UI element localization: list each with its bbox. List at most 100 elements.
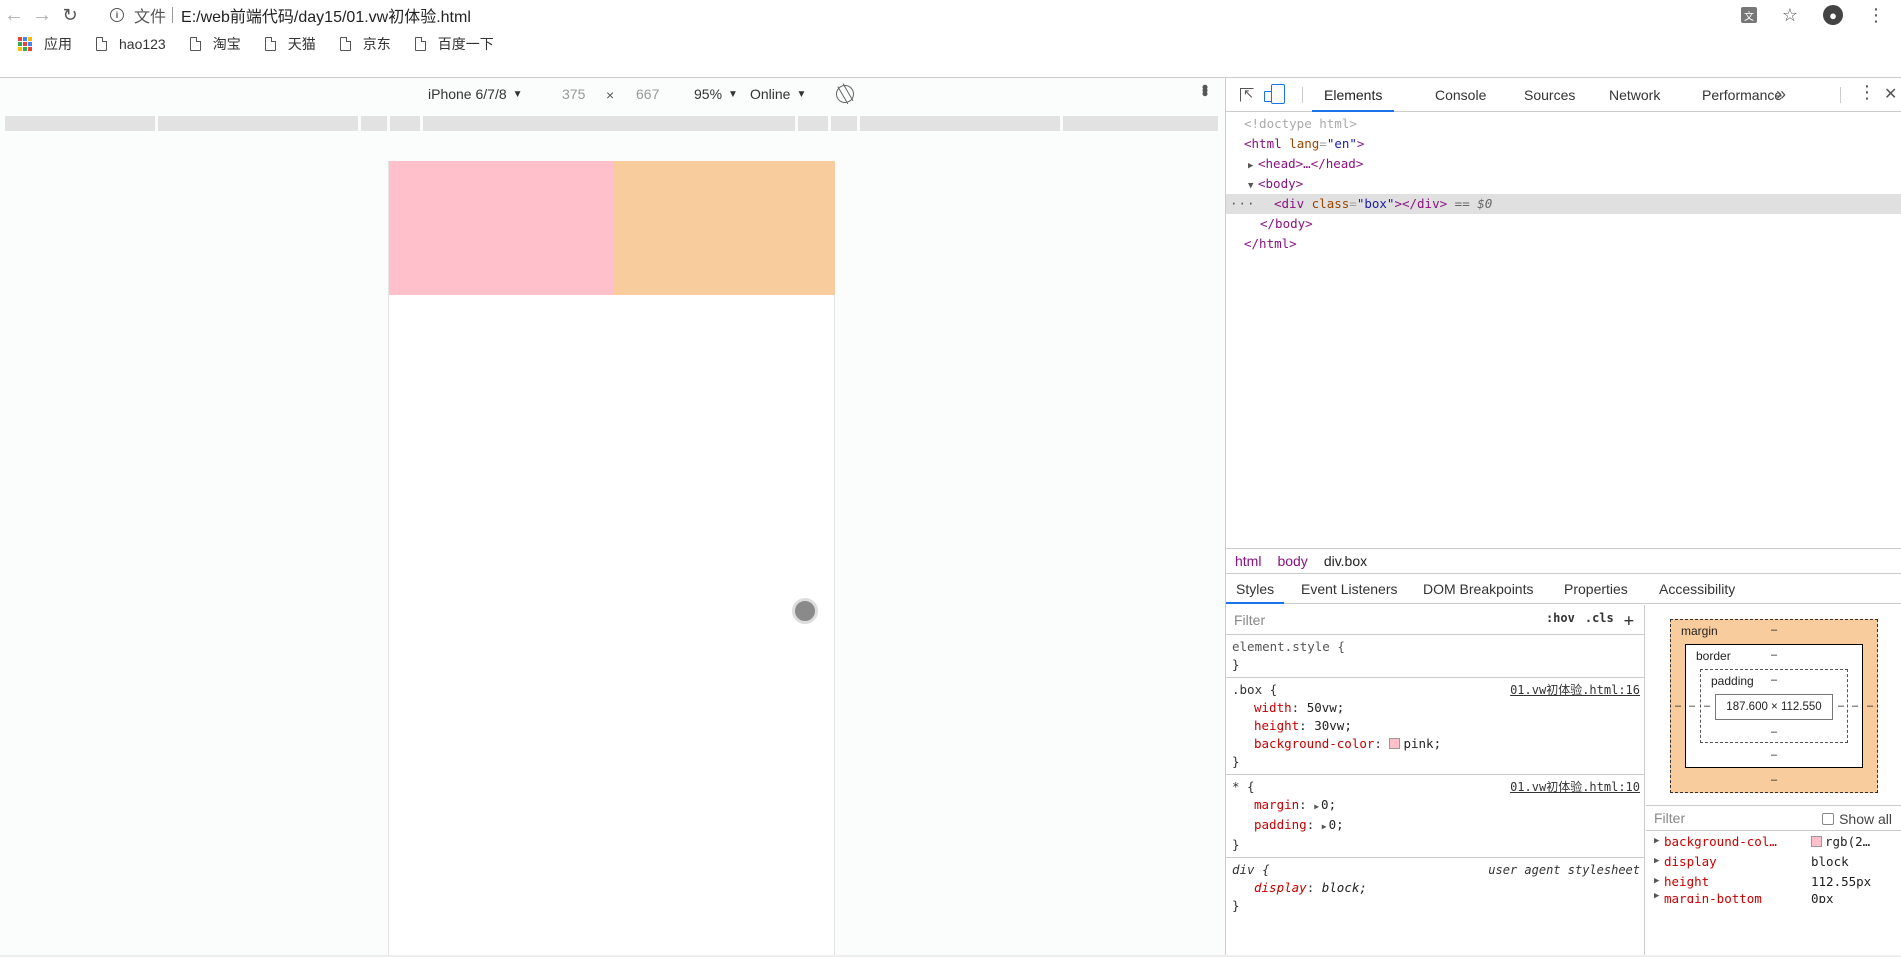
media-query-bar[interactable] [0, 116, 1225, 131]
media-query-segment[interactable] [1063, 116, 1218, 131]
device-viewport[interactable] [388, 161, 835, 957]
bookmark-tmall[interactable]: 天猫 [264, 34, 316, 54]
close-icon[interactable]: ✕ [1884, 84, 1897, 104]
tab-accessibility[interactable]: Accessibility [1659, 574, 1735, 604]
box-model-padding[interactable]: padding – – – – 187.600 × 112.550 [1700, 669, 1848, 743]
dom-node-body[interactable]: ▼ <body> [1226, 174, 1901, 194]
breadcrumb-body[interactable]: body [1277, 553, 1307, 569]
rule-element-style[interactable]: element.style { } [1226, 635, 1644, 678]
media-query-segment[interactable] [860, 116, 1060, 131]
more-tabs-icon[interactable]: » [1776, 84, 1786, 105]
more-options-icon[interactable]: ··· [1230, 194, 1256, 214]
tab-styles[interactable]: Styles [1226, 574, 1285, 604]
media-query-segment[interactable] [831, 116, 857, 131]
dom-node-html[interactable]: <html lang="en"> [1226, 134, 1901, 154]
forward-arrow-icon[interactable]: → [28, 1, 56, 29]
padding-top-value[interactable]: – [1771, 674, 1777, 686]
padding-right-value[interactable]: – [1838, 700, 1844, 712]
styles-filter-input[interactable]: Filter [1234, 612, 1265, 628]
expand-triangle-icon[interactable]: ▶ [1654, 836, 1664, 846]
device-toolbar-menu-icon[interactable]: ••• [1194, 84, 1215, 94]
computed-row[interactable]: ▶ height 112.55px [1646, 871, 1901, 891]
css-declaration[interactable]: height: 30vw; [1232, 717, 1640, 735]
bookmark-taobao[interactable]: 淘宝 [189, 34, 241, 54]
media-query-segment[interactable] [158, 116, 358, 131]
devtools-menu-icon[interactable]: ⋮ [1858, 82, 1876, 103]
profile-avatar-icon[interactable]: ● [1823, 5, 1843, 25]
info-icon[interactable]: i [110, 8, 124, 22]
box-model-border[interactable]: border – – – – padding – – – – 187.600 ×… [1685, 644, 1863, 768]
rule-box[interactable]: .box { 01.vw初体验.html:16 width: 50vw; hei… [1226, 678, 1644, 775]
tab-elements[interactable]: Elements [1312, 78, 1395, 112]
viewport-width-input[interactable]: 375 [562, 86, 585, 102]
expand-shorthand-icon[interactable]: ▶ [1314, 802, 1319, 811]
bookmark-star-icon[interactable]: ☆ [1779, 5, 1801, 26]
box-model-margin[interactable]: margin – – – – border – – – – padding – … [1670, 619, 1878, 793]
margin-top-value[interactable]: – [1771, 624, 1777, 636]
computed-row[interactable]: ▶ margin-bottom 0px [1646, 891, 1901, 903]
color-swatch-icon[interactable] [1389, 738, 1401, 749]
browser-menu-icon[interactable]: ⋮ [1865, 5, 1887, 26]
margin-bottom-value[interactable]: – [1771, 774, 1777, 786]
tab-sources[interactable]: Sources [1524, 78, 1575, 112]
zoom-select[interactable]: 95% ▼ [694, 86, 738, 102]
media-query-segment[interactable] [798, 116, 828, 131]
rule-source-link[interactable]: 01.vw初体验.html:10 [1510, 778, 1640, 796]
tab-dom-breakpoints[interactable]: DOM Breakpoints [1423, 574, 1533, 604]
dom-node-doctype[interactable]: <!doctype html> [1226, 114, 1901, 134]
tab-performance[interactable]: Performance [1702, 78, 1782, 112]
back-arrow-icon[interactable]: ← [0, 1, 28, 29]
dom-node-body-close[interactable]: </body> [1226, 214, 1901, 234]
bookmark-apps[interactable]: 应用 [18, 34, 72, 54]
expand-triangle-icon[interactable]: ▶ [1248, 156, 1258, 176]
inspect-element-icon[interactable] [1240, 86, 1254, 102]
rule-source-link[interactable]: 01.vw初体验.html:16 [1510, 681, 1640, 699]
reload-icon[interactable]: ↻ [56, 1, 84, 29]
hov-toggle[interactable]: :hov [1546, 611, 1575, 631]
border-bottom-value[interactable]: – [1771, 749, 1777, 761]
box-model-content-size[interactable]: 187.600 × 112.550 [1715, 694, 1833, 720]
bookmark-jd[interactable]: 京东 [339, 34, 391, 54]
device-toggle-icon[interactable] [1264, 84, 1285, 104]
breadcrumb-div-box[interactable]: div.box [1324, 553, 1367, 569]
tab-properties[interactable]: Properties [1564, 574, 1628, 604]
viewport-height-input[interactable]: 667 [636, 86, 659, 102]
dom-node-head[interactable]: ▶ <head>…</head> [1226, 154, 1901, 174]
padding-bottom-value[interactable]: – [1771, 726, 1777, 738]
translate-icon[interactable]: 文 [1741, 7, 1757, 23]
border-left-value[interactable]: – [1689, 700, 1695, 712]
cls-toggle[interactable]: .cls [1585, 611, 1614, 631]
css-declaration[interactable]: background-color: pink; [1232, 735, 1640, 753]
collapse-triangle-icon[interactable]: ▼ [1248, 176, 1258, 196]
rotate-icon[interactable] [832, 81, 858, 107]
media-query-segment[interactable] [423, 116, 795, 131]
css-declaration[interactable]: width: 50vw; [1232, 699, 1640, 717]
url-input[interactable]: E:/web前端代码/day15/01.vw初体验.html [181, 3, 471, 27]
breadcrumb-html[interactable]: html [1235, 553, 1261, 569]
media-query-segment[interactable] [5, 116, 155, 131]
border-top-value[interactable]: – [1771, 649, 1777, 661]
media-query-segment[interactable] [390, 116, 420, 131]
network-throttle-select[interactable]: Online ▼ [750, 86, 806, 102]
expand-triangle-icon[interactable]: ▶ [1654, 891, 1664, 901]
css-declaration[interactable]: margin: ▶ 0; [1232, 796, 1640, 816]
rule-universal[interactable]: * { 01.vw初体验.html:10 margin: ▶ 0; padding… [1226, 775, 1644, 858]
border-right-value[interactable]: – [1852, 700, 1858, 712]
margin-right-value[interactable]: – [1867, 700, 1873, 712]
computed-filter-input[interactable]: Filter [1654, 810, 1685, 826]
expand-triangle-icon[interactable]: ▶ [1654, 876, 1664, 886]
expand-shorthand-icon[interactable]: ▶ [1322, 822, 1327, 831]
expand-triangle-icon[interactable]: ▶ [1654, 856, 1664, 866]
padding-left-value[interactable]: – [1704, 700, 1710, 712]
tab-network[interactable]: Network [1609, 78, 1660, 112]
margin-left-value[interactable]: – [1675, 700, 1681, 712]
bookmark-baidu[interactable]: 百度一下 [414, 34, 494, 54]
box-element[interactable] [389, 161, 613, 295]
tab-console[interactable]: Console [1435, 78, 1486, 112]
dom-node-div-box[interactable]: ··· <div class="box"></div> == $0 [1226, 194, 1901, 214]
show-all-toggle[interactable]: Show all [1822, 811, 1892, 827]
computed-row[interactable]: ▶ display block [1646, 851, 1901, 871]
device-select[interactable]: iPhone 6/7/8 ▼ [428, 86, 523, 102]
rule-user-agent-div[interactable]: div { user agent stylesheet display: blo… [1226, 858, 1644, 918]
new-rule-button[interactable]: + [1624, 611, 1634, 631]
